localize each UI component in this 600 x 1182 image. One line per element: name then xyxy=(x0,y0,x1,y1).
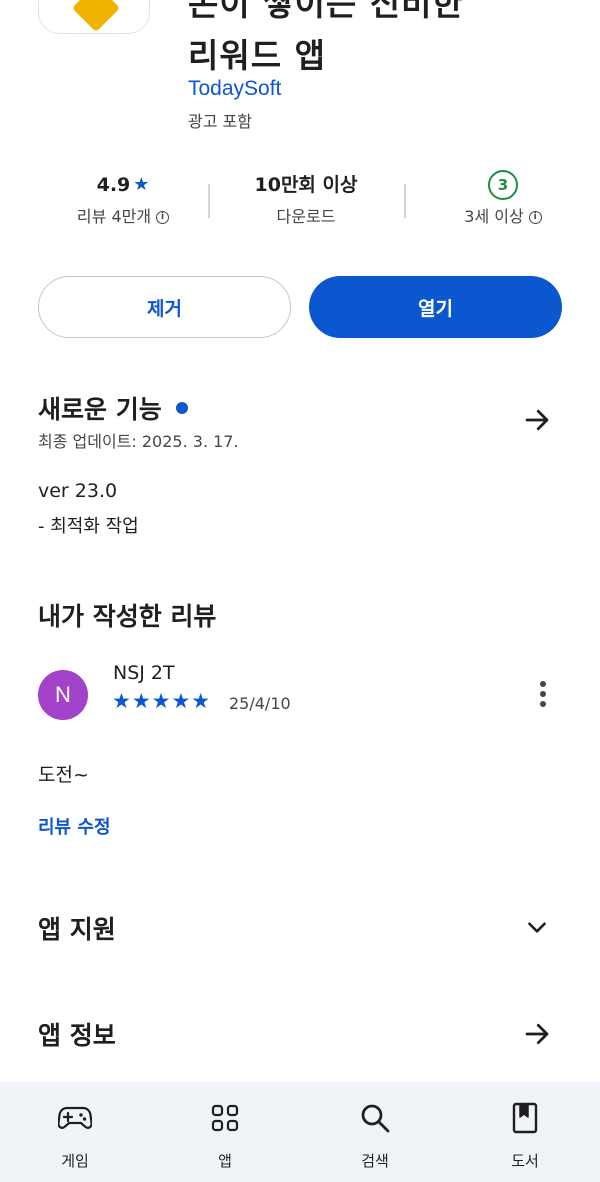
nav-apps[interactable]: 앱 xyxy=(175,1100,275,1171)
release-notes: - 최적화 작업 xyxy=(38,516,139,537)
uninstall-button[interactable]: 제거 xyxy=(38,276,291,338)
app-info-header[interactable]: 앱 정보 xyxy=(38,1016,116,1052)
downloads-label: 다운로드 xyxy=(276,207,336,226)
developer-link[interactable]: TodaySoft xyxy=(188,77,281,101)
nav-search[interactable]: 검색 xyxy=(325,1100,425,1171)
more-options-icon[interactable] xyxy=(536,681,550,711)
version-text: ver 23.0 xyxy=(38,480,118,502)
info-icon: i xyxy=(528,210,542,224)
stat-divider xyxy=(404,184,406,218)
my-review-title: 내가 작성한 리뷰 xyxy=(38,597,216,633)
downloads-value: 10만회 이상 xyxy=(254,174,358,196)
nav-books-label: 도서 xyxy=(511,1152,539,1170)
app-title-line1: 돈이 쌓이는 신비한 xyxy=(188,0,464,23)
app-title: 돈이 쌓이는 신비한 리워드 앱 xyxy=(188,0,464,82)
open-button[interactable]: 열기 xyxy=(309,276,562,338)
reviewer-name: NSJ 2T xyxy=(113,662,175,684)
avatar: N xyxy=(38,670,88,720)
nav-apps-label: 앱 xyxy=(218,1152,232,1170)
app-support-label: 앱 지원 xyxy=(38,915,116,944)
nav-games[interactable]: 게임 xyxy=(25,1100,125,1171)
app-info-label: 앱 정보 xyxy=(38,1021,116,1050)
search-icon xyxy=(361,1104,390,1133)
nav-books[interactable]: 도서 xyxy=(475,1100,575,1171)
age-rating-stat[interactable]: 3 3세 이상 i xyxy=(418,168,588,232)
app-icon xyxy=(38,0,150,34)
stats-row: 4.9 ★ 리뷰 4만개 i 10만회 이상 다운로드 3 3세 이상 i xyxy=(0,168,600,238)
stat-divider xyxy=(208,184,210,218)
apps-grid-icon xyxy=(211,1104,239,1132)
review-text: 도전~ xyxy=(38,764,89,786)
new-indicator-dot xyxy=(175,402,188,414)
my-review-label: 내가 작성한 리뷰 xyxy=(38,602,217,631)
arrow-right-icon[interactable] xyxy=(522,405,552,435)
app-support-header[interactable]: 앱 지원 xyxy=(38,910,116,946)
book-icon xyxy=(512,1102,538,1134)
treasure-chest-icon xyxy=(71,0,121,33)
nav-games-label: 게임 xyxy=(61,1152,89,1170)
ads-notice: 광고 포함 xyxy=(188,112,252,131)
age-label: 3세 이상 xyxy=(464,207,524,226)
review-date: 25/4/10 xyxy=(229,694,291,713)
whats-new-title[interactable]: 새로운 기능 xyxy=(38,390,188,426)
arrow-right-icon[interactable] xyxy=(522,1019,552,1049)
chevron-down-icon[interactable] xyxy=(524,914,550,940)
nav-search-label: 검색 xyxy=(361,1152,389,1170)
app-title-line2: 리워드 앱 xyxy=(188,36,326,75)
reviews-count: 리뷰 4만개 xyxy=(76,207,152,226)
last-updated: 최종 업데이트: 2025. 3. 17. xyxy=(38,432,239,451)
star-rating: ★★★★★ xyxy=(112,689,212,713)
gamepad-icon xyxy=(58,1106,92,1129)
age-rating-badge: 3 xyxy=(488,170,518,200)
edit-review-link[interactable]: 리뷰 수정 xyxy=(38,813,111,839)
info-icon: i xyxy=(156,210,170,224)
star-icon: ★ xyxy=(133,174,150,195)
bottom-navigation: 게임 앱 검색 도서 xyxy=(0,1082,600,1182)
rating-value: 4.9 xyxy=(96,174,131,196)
downloads-stat: 10만회 이상 다운로드 xyxy=(220,168,392,232)
whats-new-label: 새로운 기능 xyxy=(38,395,162,424)
rating-stat[interactable]: 4.9 ★ 리뷰 4만개 i xyxy=(38,168,208,232)
